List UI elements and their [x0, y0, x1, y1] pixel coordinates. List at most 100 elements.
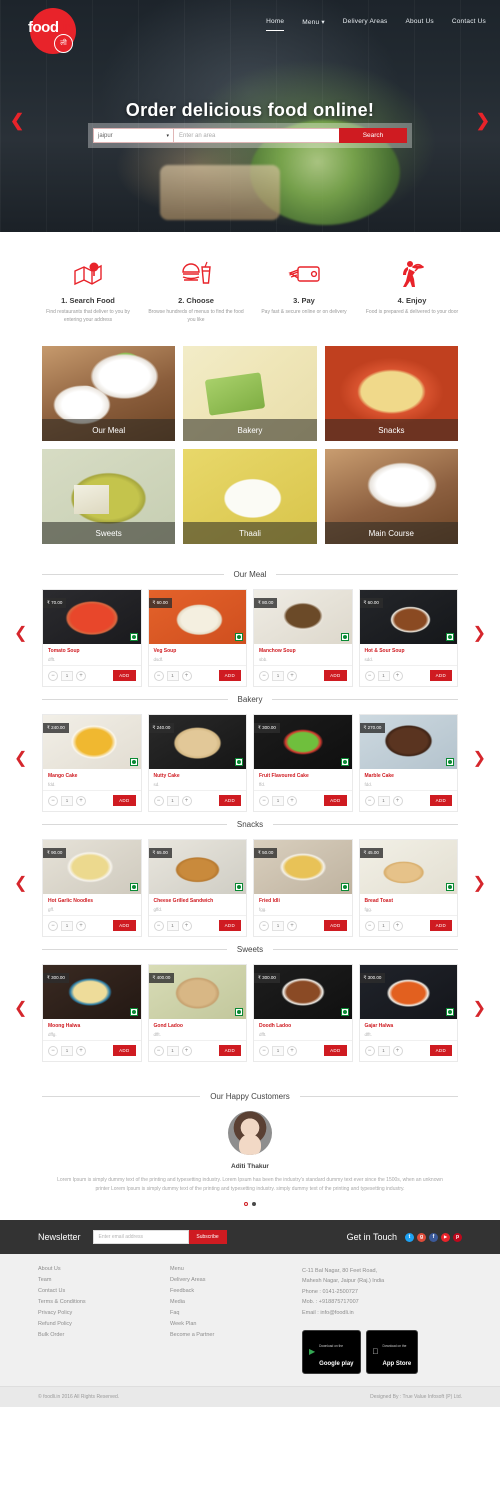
add-to-cart-button[interactable]: ADD — [324, 670, 347, 681]
quantity-value[interactable]: 1 — [272, 670, 284, 681]
carousel-prev-arrow[interactable]: ❮ — [14, 751, 27, 767]
area-input[interactable]: Enter an area — [173, 128, 339, 143]
decrement-button[interactable]: − — [259, 670, 269, 681]
quantity-value[interactable]: 1 — [377, 1045, 390, 1056]
quantity-value[interactable]: 1 — [272, 1045, 284, 1056]
carousel-dot-2[interactable] — [252, 1202, 256, 1206]
decrement-button[interactable]: − — [48, 920, 58, 931]
decrement-button[interactable]: − — [48, 795, 58, 806]
increment-button[interactable]: + — [181, 670, 192, 681]
increment-button[interactable]: + — [181, 920, 192, 931]
quantity-value[interactable]: 1 — [166, 1045, 179, 1056]
subscribe-button[interactable]: Subscribe — [188, 1230, 227, 1244]
category-card-sweets[interactable]: Sweets — [42, 449, 176, 544]
newsletter-email-input[interactable]: Enter email address — [92, 1230, 189, 1244]
carousel-dot-1[interactable] — [244, 1202, 248, 1206]
app-store-badge[interactable]:  Download on the App Store — [365, 1330, 419, 1375]
pinterest-icon[interactable]: p — [453, 1232, 462, 1242]
quantity-value[interactable]: 1 — [166, 920, 179, 931]
quantity-value[interactable]: 1 — [377, 920, 390, 931]
product-card[interactable]: ₹ 240.00 Mango Cake fdd. − 1 + ADD — [42, 714, 142, 812]
quantity-value[interactable]: 1 — [166, 795, 179, 806]
category-card-main-course[interactable]: Main Course — [324, 449, 458, 544]
increment-button[interactable]: + — [392, 670, 403, 681]
increment-button[interactable]: + — [181, 1045, 192, 1056]
product-card[interactable]: ₹ 300.00 Moong Halwa dffg. − 1 + ADD — [42, 964, 142, 1062]
increment-button[interactable]: + — [287, 1045, 297, 1056]
increment-button[interactable]: + — [287, 670, 297, 681]
product-card[interactable]: ₹ 90.00 Hot Garlic Noodles gff. − 1 + AD… — [42, 839, 142, 937]
increment-button[interactable]: + — [76, 795, 86, 806]
quantity-value[interactable]: 1 — [61, 920, 73, 931]
decrement-button[interactable]: − — [48, 1045, 58, 1056]
add-to-cart-button[interactable]: ADD — [429, 795, 452, 806]
footer-link[interactable]: Delivery Areas — [170, 1277, 288, 1283]
footer-link[interactable]: Contact Us — [38, 1288, 156, 1294]
carousel-next-arrow[interactable]: ❯ — [473, 876, 486, 892]
product-card[interactable]: ₹ 300.00 Doodh Ladoo dfft. − 1 + ADD — [253, 964, 353, 1062]
decrement-button[interactable]: − — [364, 1045, 375, 1056]
quantity-value[interactable]: 1 — [61, 1045, 73, 1056]
product-card[interactable]: ₹ 45.00 Bread Toast fgg. − 1 + ADD — [358, 839, 458, 937]
decrement-button[interactable]: − — [259, 795, 269, 806]
decrement-button[interactable]: − — [153, 670, 164, 681]
site-logo[interactable]: food.in ली — [22, 8, 102, 54]
add-to-cart-button[interactable]: ADD — [113, 670, 136, 681]
hero-prev-arrow[interactable]: ❮ — [10, 112, 24, 129]
category-card-thaali[interactable]: Thaali — [183, 449, 317, 544]
decrement-button[interactable]: − — [48, 670, 58, 681]
footer-link[interactable]: Terms & Conditions — [38, 1299, 156, 1305]
decrement-button[interactable]: − — [364, 795, 375, 806]
increment-button[interactable]: + — [392, 920, 403, 931]
facebook-icon[interactable]: f — [429, 1232, 438, 1242]
increment-button[interactable]: + — [76, 670, 86, 681]
quantity-value[interactable]: 1 — [377, 670, 390, 681]
google-play-badge[interactable]: ▶ Download on the Google play — [302, 1330, 361, 1375]
increment-button[interactable]: + — [181, 795, 192, 806]
category-card-snacks[interactable]: Snacks — [324, 346, 458, 441]
add-to-cart-button[interactable]: ADD — [324, 920, 347, 931]
product-card[interactable]: ₹ 70.00 Tomato Soup dfft. − 1 + ADD — [42, 589, 142, 687]
decrement-button[interactable]: − — [153, 920, 164, 931]
product-card[interactable]: ₹ 400.00 Gond Ladoo dfft. − 1 + ADD — [147, 964, 247, 1062]
product-card[interactable]: ₹ 240.00 Nutty Cake sd. − 1 + ADD — [147, 714, 247, 812]
increment-button[interactable]: + — [76, 920, 86, 931]
product-card[interactable]: ₹ 60.00 Veg Soup dsdf. − 1 + ADD — [147, 589, 247, 687]
quantity-value[interactable]: 1 — [272, 795, 284, 806]
carousel-next-arrow[interactable]: ❯ — [473, 626, 486, 642]
add-to-cart-button[interactable]: ADD — [429, 1045, 452, 1056]
quantity-value[interactable]: 1 — [61, 670, 73, 681]
category-card-our-meal[interactable]: Our Meal — [42, 346, 176, 441]
add-to-cart-button[interactable]: ADD — [113, 1045, 136, 1056]
increment-button[interactable]: + — [287, 795, 297, 806]
nav-item-about-us[interactable]: About Us — [406, 18, 434, 29]
add-to-cart-button[interactable]: ADD — [113, 795, 136, 806]
youtube-icon[interactable]: ▶ — [441, 1232, 450, 1242]
add-to-cart-button[interactable]: ADD — [324, 795, 347, 806]
product-card[interactable]: ₹ 270.00 Marble Cake fdd. − 1 + ADD — [358, 714, 458, 812]
quantity-value[interactable]: 1 — [61, 795, 73, 806]
product-card[interactable]: ₹ 60.00 Hot & Sour Soup sdd. − 1 + ADD — [358, 589, 458, 687]
product-card[interactable]: ₹ 300.00 Fruit Flavoured Cake ffd. − 1 +… — [253, 714, 353, 812]
add-to-cart-button[interactable]: ADD — [113, 920, 136, 931]
footer-link[interactable]: Team — [38, 1277, 156, 1283]
footer-link[interactable]: About Us — [38, 1266, 156, 1272]
product-card[interactable]: ₹ 80.00 Manchow Soup sbb. − 1 + ADD — [253, 589, 353, 687]
carousel-next-arrow[interactable]: ❯ — [473, 1001, 486, 1017]
hero-next-arrow[interactable]: ❯ — [476, 112, 490, 129]
nav-item-menu[interactable]: Menu ▾ — [302, 18, 325, 29]
product-card[interactable]: ₹ 65.00 Cheese Grilled Sandwich gffd. − … — [147, 839, 247, 937]
carousel-prev-arrow[interactable]: ❮ — [14, 876, 27, 892]
decrement-button[interactable]: − — [364, 920, 375, 931]
quantity-value[interactable]: 1 — [377, 795, 390, 806]
footer-link[interactable]: Week Plan — [170, 1321, 288, 1327]
add-to-cart-button[interactable]: ADD — [429, 920, 452, 931]
product-card[interactable]: ₹ 300.00 Gajar Halwa dfft. − 1 + ADD — [358, 964, 458, 1062]
add-to-cart-button[interactable]: ADD — [429, 670, 452, 681]
nav-item-contact-us[interactable]: Contact Us — [452, 18, 486, 29]
search-button[interactable]: Search — [339, 128, 407, 143]
nav-item-delivery-areas[interactable]: Delivery Areas — [343, 18, 388, 29]
increment-button[interactable]: + — [287, 920, 297, 931]
googleplus-icon[interactable]: g — [417, 1232, 426, 1242]
footer-link[interactable]: Refund Policy — [38, 1321, 156, 1327]
